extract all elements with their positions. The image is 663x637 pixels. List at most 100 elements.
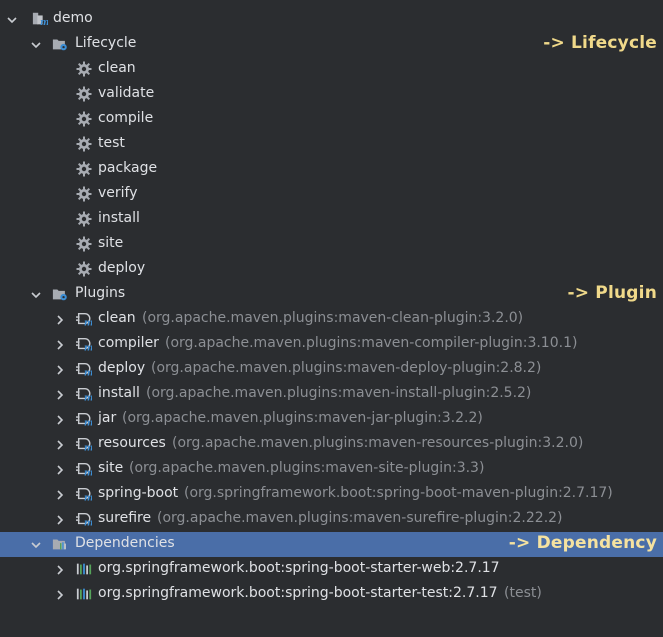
- plugin-compiler[interactable]: m compiler (org.apache.maven.plugins:maven…: [0, 332, 663, 357]
- maven-module-icon: m: [32, 11, 48, 27]
- plugin-icon: m: [76, 386, 92, 402]
- tree-node-plugins[interactable]: Plugins -> Plugin: [0, 282, 663, 307]
- chevron-right-icon[interactable]: [53, 388, 67, 402]
- dependency-name: org.springframework.boot:spring-boot-sta…: [98, 560, 500, 576]
- plugin-icon: m: [76, 361, 92, 377]
- chevron-down-icon[interactable]: [29, 288, 43, 302]
- svg-text:m: m: [84, 494, 92, 502]
- gear-icon: [76, 261, 92, 277]
- lifecycle-goal-compile[interactable]: compile: [0, 107, 663, 132]
- plugin-coordinates: (org.apache.maven.plugins:maven-deploy-p…: [151, 360, 542, 376]
- plugin-name: jar: [98, 410, 117, 426]
- plugin-coordinates: (org.springframework.boot:spring-boot-ma…: [184, 485, 613, 501]
- chevron-right-icon[interactable]: [53, 363, 67, 377]
- plugin-icon: m: [76, 511, 92, 527]
- chevron-right-icon[interactable]: [53, 313, 67, 327]
- svg-text:m: m: [84, 344, 92, 352]
- dependency-annotation: -> Dependency: [508, 533, 657, 553]
- plugin-icon: m: [76, 436, 92, 452]
- library-icon: [76, 586, 92, 602]
- lifecycle-goal-verify[interactable]: verify: [0, 182, 663, 207]
- plugins-label: Plugins: [75, 285, 126, 301]
- gear-icon: [76, 161, 92, 177]
- goal-label: site: [98, 235, 124, 251]
- chevron-right-icon[interactable]: [53, 413, 67, 427]
- plugin-surefire[interactable]: m surefire (org.apache.maven.plugins:maven…: [0, 507, 663, 532]
- plugin-name: deploy: [98, 360, 146, 376]
- tree-node-demo[interactable]: mdemo: [0, 7, 663, 32]
- chevron-right-icon[interactable]: [53, 488, 67, 502]
- gear-icon: [76, 86, 92, 102]
- goal-label: compile: [98, 110, 154, 126]
- goal-label: validate: [98, 85, 155, 101]
- plugin-name: compiler: [98, 335, 159, 351]
- plugin-coordinates: (org.apache.maven.plugins:maven-install-…: [146, 385, 532, 401]
- dependency-item[interactable]: org.springframework.boot:spring-boot-sta…: [0, 582, 663, 607]
- gear-icon: [76, 61, 92, 77]
- lifecycle-goal-install[interactable]: install: [0, 207, 663, 232]
- chevron-down-icon[interactable]: [5, 13, 19, 27]
- plugin-spring-boot[interactable]: m spring-boot (org.springframework.boot:sp…: [0, 482, 663, 507]
- plugin-clean[interactable]: mclean (org.apache.maven.plugins:maven-cl…: [0, 307, 663, 332]
- goal-label: install: [98, 210, 140, 226]
- plugin-name: install: [98, 385, 140, 401]
- gear-icon: [76, 186, 92, 202]
- plugin-name: site: [98, 460, 124, 476]
- plugin-name: spring-boot: [98, 485, 179, 501]
- svg-text:m: m: [40, 18, 48, 27]
- library-folder-icon: [52, 536, 68, 552]
- lifecycle-label: Lifecycle: [75, 35, 137, 51]
- plugin-name: surefire: [98, 510, 152, 526]
- plugin-icon: m: [76, 411, 92, 427]
- gear-icon: [76, 211, 92, 227]
- project-name: demo: [53, 10, 93, 26]
- lifecycle-goal-validate[interactable]: validate: [0, 82, 663, 107]
- gear-icon: [76, 136, 92, 152]
- lifecycle-goal-clean[interactable]: clean: [0, 57, 663, 82]
- chevron-right-icon[interactable]: [53, 463, 67, 477]
- chevron-right-icon[interactable]: [53, 563, 67, 577]
- folder-gear-icon: [52, 36, 68, 52]
- plugin-icon: m: [76, 486, 92, 502]
- goal-label: verify: [98, 185, 138, 201]
- lifecycle-goal-package[interactable]: package: [0, 157, 663, 182]
- dependency-item[interactable]: org.springframework.boot:spring-boot-sta…: [0, 557, 663, 582]
- plugin-coordinates: (org.apache.maven.plugins:maven-clean-pl…: [142, 310, 524, 326]
- chevron-right-icon[interactable]: [53, 513, 67, 527]
- plugin-icon: m: [76, 336, 92, 352]
- plugin-coordinates: (org.apache.maven.plugins:maven-jar-plug…: [122, 410, 483, 426]
- lifecycle-annotation: -> Lifecycle: [543, 33, 657, 53]
- plugin-coordinates: (org.apache.maven.plugins:maven-surefire…: [157, 510, 563, 526]
- lifecycle-goal-test[interactable]: test: [0, 132, 663, 157]
- gear-icon: [76, 111, 92, 127]
- dependencies-label: Dependencies: [75, 535, 175, 551]
- goal-label: package: [98, 160, 158, 176]
- dependency-name: org.springframework.boot:spring-boot-sta…: [98, 585, 498, 601]
- plugin-install[interactable]: m install (org.apache.maven.plugins:maven-…: [0, 382, 663, 407]
- library-icon: [76, 561, 92, 577]
- goal-label: clean: [98, 60, 136, 76]
- plugin-icon: m: [76, 311, 92, 327]
- tree-node-lifecycle[interactable]: Lifecycle -> Lifecycle: [0, 32, 663, 57]
- plugin-site[interactable]: msite (org.apache.maven.plugins:maven-sit…: [0, 457, 663, 482]
- plugin-coordinates: (org.apache.maven.plugins:maven-resource…: [172, 435, 584, 451]
- plugin-deploy[interactable]: mdeploy (org.apache.maven.plugins:maven-d…: [0, 357, 663, 382]
- dependency-scope: (test): [504, 585, 542, 601]
- plugin-coordinates: (org.apache.maven.plugins:maven-site-plu…: [129, 460, 485, 476]
- svg-text:m: m: [84, 469, 92, 477]
- lifecycle-goal-site[interactable]: site: [0, 232, 663, 257]
- chevron-right-icon[interactable]: [53, 588, 67, 602]
- plugin-coordinates: (org.apache.maven.plugins:maven-compiler…: [165, 335, 578, 351]
- svg-text:m: m: [84, 394, 92, 402]
- chevron-down-icon[interactable]: [29, 38, 43, 52]
- chevron-right-icon[interactable]: [53, 438, 67, 452]
- plugin-jar[interactable]: mjar (org.apache.maven.plugins:maven-jar-…: [0, 407, 663, 432]
- svg-text:m: m: [84, 444, 92, 452]
- folder-gear-icon: [52, 286, 68, 302]
- tree-node-dependencies[interactable]: Dependencies -> Dependency: [0, 532, 663, 557]
- plugin-name: clean: [98, 310, 136, 326]
- plugin-resources[interactable]: m resources (org.apache.maven.plugins:mave…: [0, 432, 663, 457]
- chevron-right-icon[interactable]: [53, 338, 67, 352]
- lifecycle-goal-deploy[interactable]: deploy: [0, 257, 663, 282]
- chevron-down-icon[interactable]: [29, 538, 43, 552]
